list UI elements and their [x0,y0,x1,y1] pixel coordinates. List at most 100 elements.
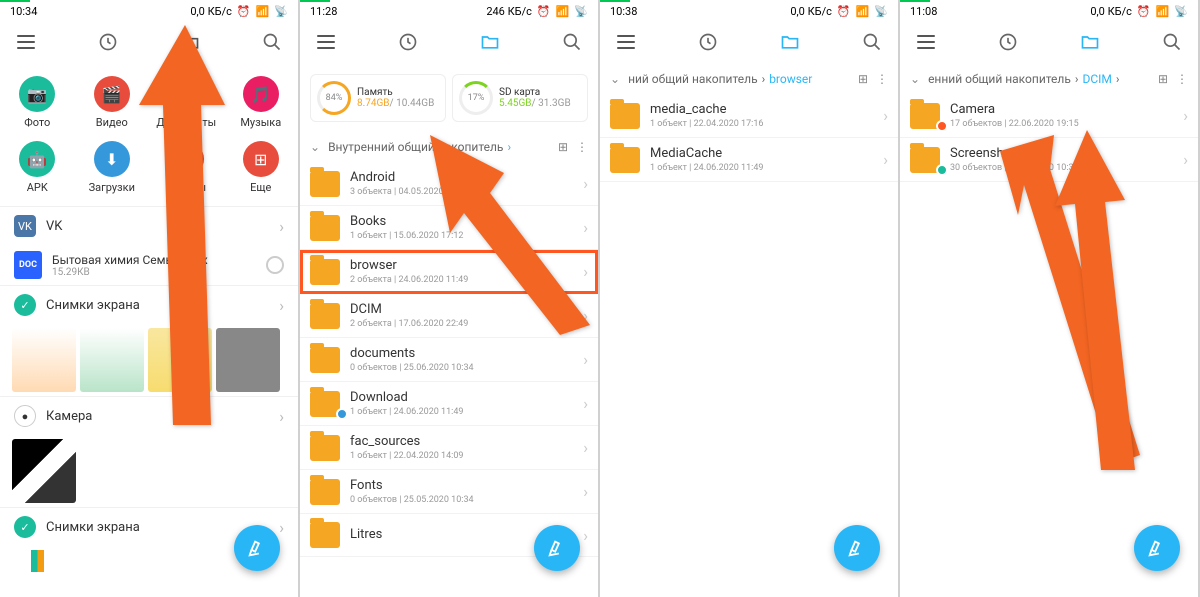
recent-icon[interactable] [996,30,1020,54]
thumbnail[interactable] [80,328,144,392]
folder-icon[interactable] [778,30,802,54]
folder-row[interactable]: MediaCache1 объект | 24.06.2020 11:49 › [600,138,898,182]
clock: 10:38 [610,5,637,18]
menu-button[interactable] [614,30,638,54]
grid-view-icon[interactable]: ⊞ [558,140,568,154]
storage-sd[interactable]: 17% SD карта5.45GB/ 31.3GB [452,74,588,122]
toolbar [0,20,298,64]
grid-view-icon[interactable]: ⊞ [1158,72,1168,86]
toolbar [900,20,1198,64]
thumbnails[interactable] [0,324,298,396]
clean-fab[interactable] [534,525,580,571]
folder-row[interactable]: browser2 объекта | 24.06.2020 11:49 › [300,250,598,294]
chevron-down-icon[interactable]: ⌄ [610,72,620,86]
more-icon[interactable]: ⋮ [876,72,888,86]
grid-view-icon[interactable]: ⊞ [858,72,868,86]
folder-icon[interactable] [178,30,202,54]
breadcrumb[interactable]: ⌄ ний общий накопитель›browser ⊞ ⋮ [600,64,898,94]
category-item[interactable]: 📄Документы [149,70,224,135]
status-bar: 10:38 0,0 КБ/с⏰📶📡 [600,2,898,20]
folder-list: Android3 объекта | 04.05.2020 10:07 › Bo… [300,162,598,557]
folder-icon[interactable] [1078,30,1102,54]
category-label: Еще [250,181,271,194]
panel-home: 10:34 0,0 КБ/с⏰📶📡 📷Фото🎬Видео📄Документы🎵… [0,0,300,597]
recent-icon[interactable] [396,30,420,54]
chevron-right-icon: › [583,526,588,545]
usage-ring: 84% [317,81,351,115]
folder-icon [310,347,340,373]
folder-list: Camera17 объектов | 22.06.2020 19:15 › S… [900,94,1198,182]
usage-ring: 17% [459,81,493,115]
storage-internal[interactable]: 84% Память8.74GB/ 10.44GB [310,74,446,122]
category-item[interactable]: 📷Фото [0,70,75,135]
recent-icon[interactable] [96,30,120,54]
clock: 11:08 [910,5,937,18]
category-item[interactable]: 🤖APK [0,135,75,200]
folder-meta: 3 объекта | 04.05.2020 10:07 [350,187,573,197]
search-icon[interactable] [260,30,284,54]
path-text: енний общий накопитель [928,72,1071,86]
chevron-down-icon[interactable]: ⌄ [910,72,920,86]
folder-row[interactable]: Books1 объект | 15.06.2020 17:12 › [300,206,598,250]
chevron-down-icon[interactable]: ⌄ [310,140,320,154]
thumbnail[interactable] [216,328,280,392]
category-item[interactable]: ⊞ Еще [224,135,299,200]
clean-fab[interactable] [234,525,280,571]
search-icon[interactable] [860,30,884,54]
camera-thumb[interactable] [0,435,298,507]
thumbnail[interactable] [148,328,212,392]
folder-list: media_cache1 объект | 22.04.2020 17:16 ›… [600,94,898,182]
chevron-right-icon: › [279,296,284,315]
file-row[interactable]: DOC Бытовая химия Семья.docx15.29КВ [0,245,298,285]
thumbnail[interactable] [12,328,76,392]
clean-fab[interactable] [834,525,880,571]
category-item[interactable]: 🎬Видео [75,70,150,135]
folder-meta: 1 объект | 15.06.2020 17:12 [350,231,573,241]
search-icon[interactable] [560,30,584,54]
section-vk[interactable]: VK VK › [0,206,298,245]
chevron-right-icon: › [279,407,284,426]
folder-icon [310,171,340,197]
folder-row[interactable]: Download1 объект | 24.06.2020 11:49 › [300,382,598,426]
folder-row[interactable]: fac_sources1 объект | 22.04.2020 14:09 › [300,426,598,470]
category-label: Документы [156,116,216,129]
folder-row[interactable]: Android3 объекта | 04.05.2020 10:07 › [300,162,598,206]
breadcrumb[interactable]: ⌄ Внутренний общий накопитель› ⊞ ⋮ [300,132,598,162]
folder-meta: 2 объекта | 17.06.2020 22:49 [350,319,573,329]
folder-row[interactable]: documents0 объектов | 25.06.2020 10:34 › [300,338,598,382]
more-icon[interactable]: ⋮ [576,140,588,154]
section-camera[interactable]: ● Камера › [0,396,298,435]
alarm-icon: ⏰ [237,5,251,18]
signal-icon: 📶 [256,5,270,18]
folder-row[interactable]: Screenshots30 объектов | 25.06.2020 10:3… [900,138,1198,182]
category-item[interactable]: 🎵Музыка [224,70,299,135]
category-item[interactable]: ⬇Загрузки [75,135,150,200]
folder-name: DCIM [350,302,573,317]
folder-row[interactable]: Fonts0 объектов | 25.05.2020 10:34 › [300,470,598,514]
section-screenshots[interactable]: ✓ Снимки экрана › [0,285,298,324]
recent-icon[interactable] [696,30,720,54]
folder-icon[interactable] [478,30,502,54]
chevron-right-icon: › [1183,106,1188,125]
category-item[interactable]: 📦Архивы [149,135,224,200]
signal-icon: 📶 [856,5,870,18]
toolbar [300,20,598,64]
menu-button[interactable] [314,30,338,54]
folder-row[interactable]: DCIM2 объекта | 17.06.2020 22:49 › [300,294,598,338]
menu-button[interactable] [914,30,938,54]
alarm-icon: ⏰ [837,5,851,18]
folder-meta: 1 объект | 22.04.2020 14:09 [350,451,573,461]
search-icon[interactable] [1160,30,1184,54]
category-icon: 🤖 [19,141,55,177]
more-icon[interactable]: ⋮ [1176,72,1188,86]
category-icon: ⊞ [243,141,279,177]
category-label: Загрузки [89,181,135,194]
select-radio[interactable] [266,256,284,274]
folder-icon [310,259,340,285]
folder-meta: 1 объект | 22.04.2020 17:16 [650,119,873,129]
menu-button[interactable] [14,30,38,54]
clean-fab[interactable] [1134,525,1180,571]
folder-row[interactable]: Camera17 объектов | 22.06.2020 19:15 › [900,94,1198,138]
breadcrumb[interactable]: ⌄ енний общий накопитель›DCIM› ⊞ ⋮ [900,64,1198,94]
folder-row[interactable]: media_cache1 объект | 22.04.2020 17:16 › [600,94,898,138]
